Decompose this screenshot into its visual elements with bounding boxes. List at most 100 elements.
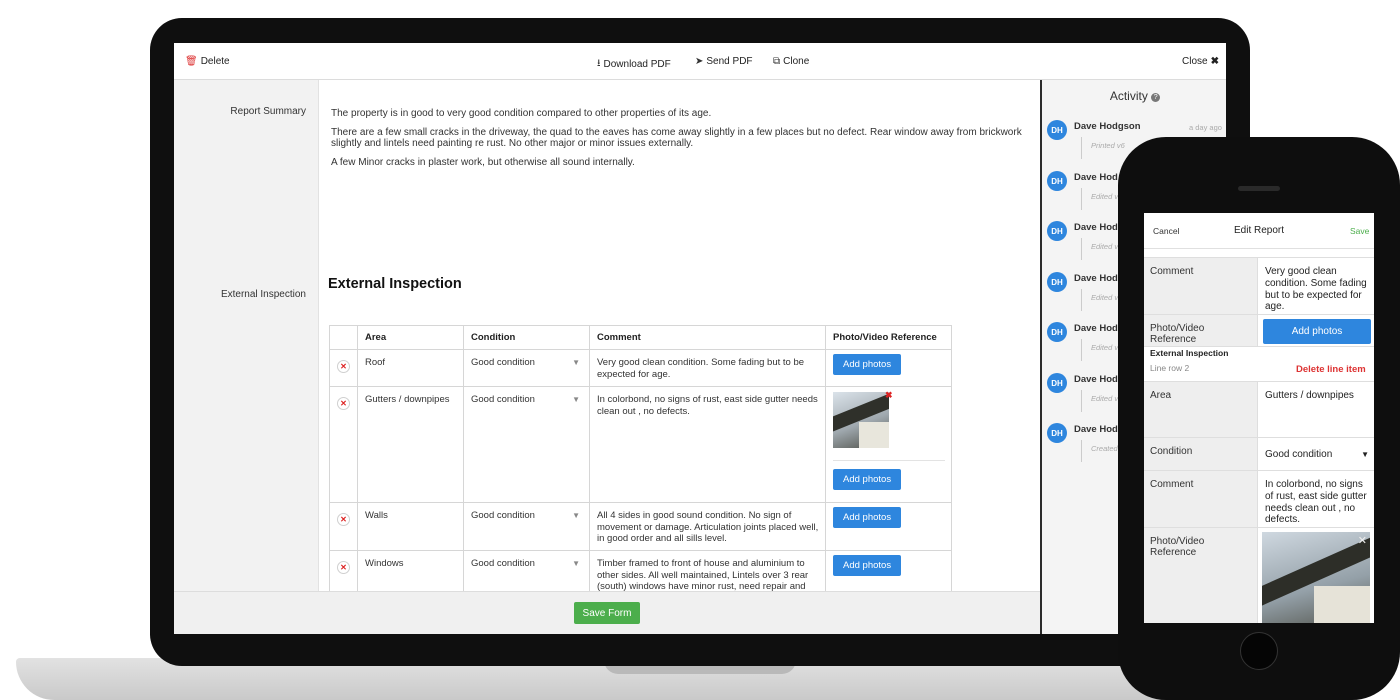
clone-button[interactable]: ⧉ Clone <box>773 56 809 67</box>
activity-user: Dave Hod <box>1074 374 1118 385</box>
area-cell[interactable]: Roof <box>357 349 464 387</box>
remove-photo-icon[interactable]: ✖ <box>885 390 893 402</box>
download-label: Download PDF <box>603 59 671 70</box>
activity-user: Dave Hodgson <box>1074 121 1141 132</box>
dropdown-arrow-icon: ▼ <box>1361 450 1369 459</box>
gutter-photo-thumbnail[interactable] <box>833 392 889 448</box>
remove-row-icon[interactable]: ✕ <box>337 397 350 410</box>
phone-photo2-label: Photo/Video Reference <box>1144 528 1258 623</box>
phone-gutter-photo[interactable]: ✕ <box>1262 532 1370 623</box>
phone-save-button[interactable]: Save <box>1350 226 1369 236</box>
clone-label: Clone <box>783 56 810 67</box>
activity-user: Dave Hod <box>1074 222 1118 233</box>
phone-section-title: External Inspection <box>1150 348 1229 358</box>
activity-action: Edited v <box>1081 188 1118 210</box>
phone-photo-label: Photo/Video Reference <box>1144 315 1258 346</box>
toolbar: 🗑 Delete ⭳ Download PDF ➤ Send PDF ⧉ Clo… <box>174 43 1226 80</box>
avatar: DH <box>1047 272 1067 292</box>
activity-time: a day ago <box>1189 123 1222 132</box>
condition-select[interactable]: Good condition ▼ <box>463 502 590 551</box>
add-photos-button[interactable]: Add photos <box>833 469 902 490</box>
external-inspection-heading: External Inspection <box>328 276 462 292</box>
delete-button[interactable]: 🗑 Delete <box>185 56 230 67</box>
avatar: DH <box>1047 171 1067 191</box>
add-photos-button[interactable]: Add photos <box>833 555 902 576</box>
remove-row-icon[interactable]: ✕ <box>337 513 350 526</box>
phone-comment-label: Comment <box>1144 258 1258 314</box>
inspection-table: Area Condition Comment Photo/Video Refer… <box>329 325 952 591</box>
activity-action: Edited v <box>1081 390 1118 412</box>
table-row: ✕ Gutters / downpipes Good condition ▼ In… <box>329 386 952 503</box>
dropdown-arrow-icon: ▼ <box>572 559 580 568</box>
activity-action: Created <box>1081 440 1118 462</box>
activity-user: Dave Hod <box>1074 323 1118 334</box>
avatar: DH <box>1047 373 1067 393</box>
phone-condition-value: Good condition <box>1265 449 1333 460</box>
phone-condition-select[interactable]: Good condition ▼ <box>1265 449 1369 461</box>
clone-icon: ⧉ <box>773 56 781 67</box>
phone-comment2-row: Comment In colorbond, no signs of rust, … <box>1144 471 1374 528</box>
phone-add-photos-button[interactable]: Add photos <box>1263 319 1371 344</box>
condition-select[interactable]: Good condition ▼ <box>463 349 590 387</box>
phone-cancel-button[interactable]: Cancel <box>1153 226 1179 236</box>
phone-comment2-field[interactable]: In colorbond, no signs of rust, east sid… <box>1265 479 1369 526</box>
area-cell[interactable]: Gutters / downpipes <box>357 386 464 503</box>
avatar: DH <box>1047 120 1067 140</box>
help-icon[interactable]: ? <box>1151 93 1161 102</box>
dropdown-arrow-icon: ▼ <box>572 358 580 367</box>
avatar: DH <box>1047 322 1067 342</box>
activity-action: Edited v <box>1081 339 1118 361</box>
dropdown-arrow-icon: ▼ <box>572 511 580 520</box>
phone-delete-line-button[interactable]: Delete line item <box>1296 364 1366 375</box>
close-button[interactable]: Close ✖ <box>1182 56 1219 67</box>
comment-cell[interactable]: Very good clean condition. Some fading b… <box>589 349 826 387</box>
condition-select[interactable]: Good condition ▼ <box>463 550 590 591</box>
activity-title: Activity ? <box>1042 89 1226 103</box>
section-label-column: Report Summary External Inspection <box>174 80 319 591</box>
phone-area-row: Area Gutters / downpipes <box>1144 381 1374 438</box>
dropdown-arrow-icon: ▼ <box>572 395 580 404</box>
report-form: Report Summary External Inspection The p… <box>174 80 1040 591</box>
report-summary-text[interactable]: The property is in good to very good con… <box>331 108 1031 176</box>
close-icon: ✖ <box>1210 56 1219 67</box>
laptop-screen: 🗑 Delete ⭳ Download PDF ➤ Send PDF ⧉ Clo… <box>174 43 1226 634</box>
delete-label: Delete <box>200 56 230 67</box>
remove-row-icon[interactable]: ✕ <box>337 360 350 373</box>
table-header-row: Area Condition Comment Photo/Video Refer… <box>329 325 952 350</box>
area-cell[interactable]: Walls <box>357 502 464 551</box>
phone-line-label: Line row 2 <box>1150 363 1190 373</box>
form-footer: Save Form <box>174 591 1040 634</box>
comment-cell[interactable]: In colorbond, no signs of rust, east sid… <box>589 386 826 503</box>
avatar: DH <box>1047 221 1067 241</box>
trash-icon: 🗑 <box>185 56 198 67</box>
send-pdf-button[interactable]: ➤ Send PDF <box>695 56 753 67</box>
comment-cell[interactable]: All 4 sides in good sound condition. No … <box>589 502 826 551</box>
avatar: DH <box>1047 423 1067 443</box>
photo-wall-shape <box>1314 586 1370 623</box>
column-header: Area <box>357 325 464 350</box>
activity-user: Dave Hod <box>1074 172 1118 183</box>
condition-select[interactable]: Good condition ▼ <box>463 386 590 503</box>
external-inspection-label: External Inspection <box>220 289 306 300</box>
phone-screen: Edit Report Cancel Save Comment Very goo… <box>1144 213 1374 623</box>
condition-value: Good condition <box>471 394 535 405</box>
activity-action: Edited v <box>1081 238 1118 260</box>
add-photos-button[interactable]: Add photos <box>833 354 902 375</box>
column-header <box>329 325 358 350</box>
phone-comment-field[interactable]: Very good clean condition. Some fading b… <box>1265 266 1369 313</box>
remove-row-icon[interactable]: ✕ <box>337 561 350 574</box>
add-photos-button[interactable]: Add photos <box>833 507 902 528</box>
phone-photo-row: Photo/Video Reference Add photos <box>1144 315 1374 347</box>
comment-cell[interactable]: Timber framed to front of house and alum… <box>589 550 826 591</box>
phone-area-field[interactable]: Gutters / downpipes <box>1265 390 1369 402</box>
table-row: ✕ Roof Good condition ▼ Very good clean c… <box>329 349 952 387</box>
area-cell[interactable]: Windows <box>357 550 464 591</box>
remove-photo-icon[interactable]: ✕ <box>1358 534 1367 547</box>
save-form-button[interactable]: Save Form <box>574 602 640 624</box>
phone-home-button[interactable] <box>1240 632 1278 670</box>
download-pdf-button[interactable]: ⭳ Download PDF <box>597 56 671 73</box>
condition-value: Good condition <box>471 510 535 521</box>
phone-condition-row: Condition Good condition ▼ <box>1144 438 1374 471</box>
activity-user: Dave Hod <box>1074 273 1118 284</box>
download-icon: ⭳ <box>597 58 601 69</box>
